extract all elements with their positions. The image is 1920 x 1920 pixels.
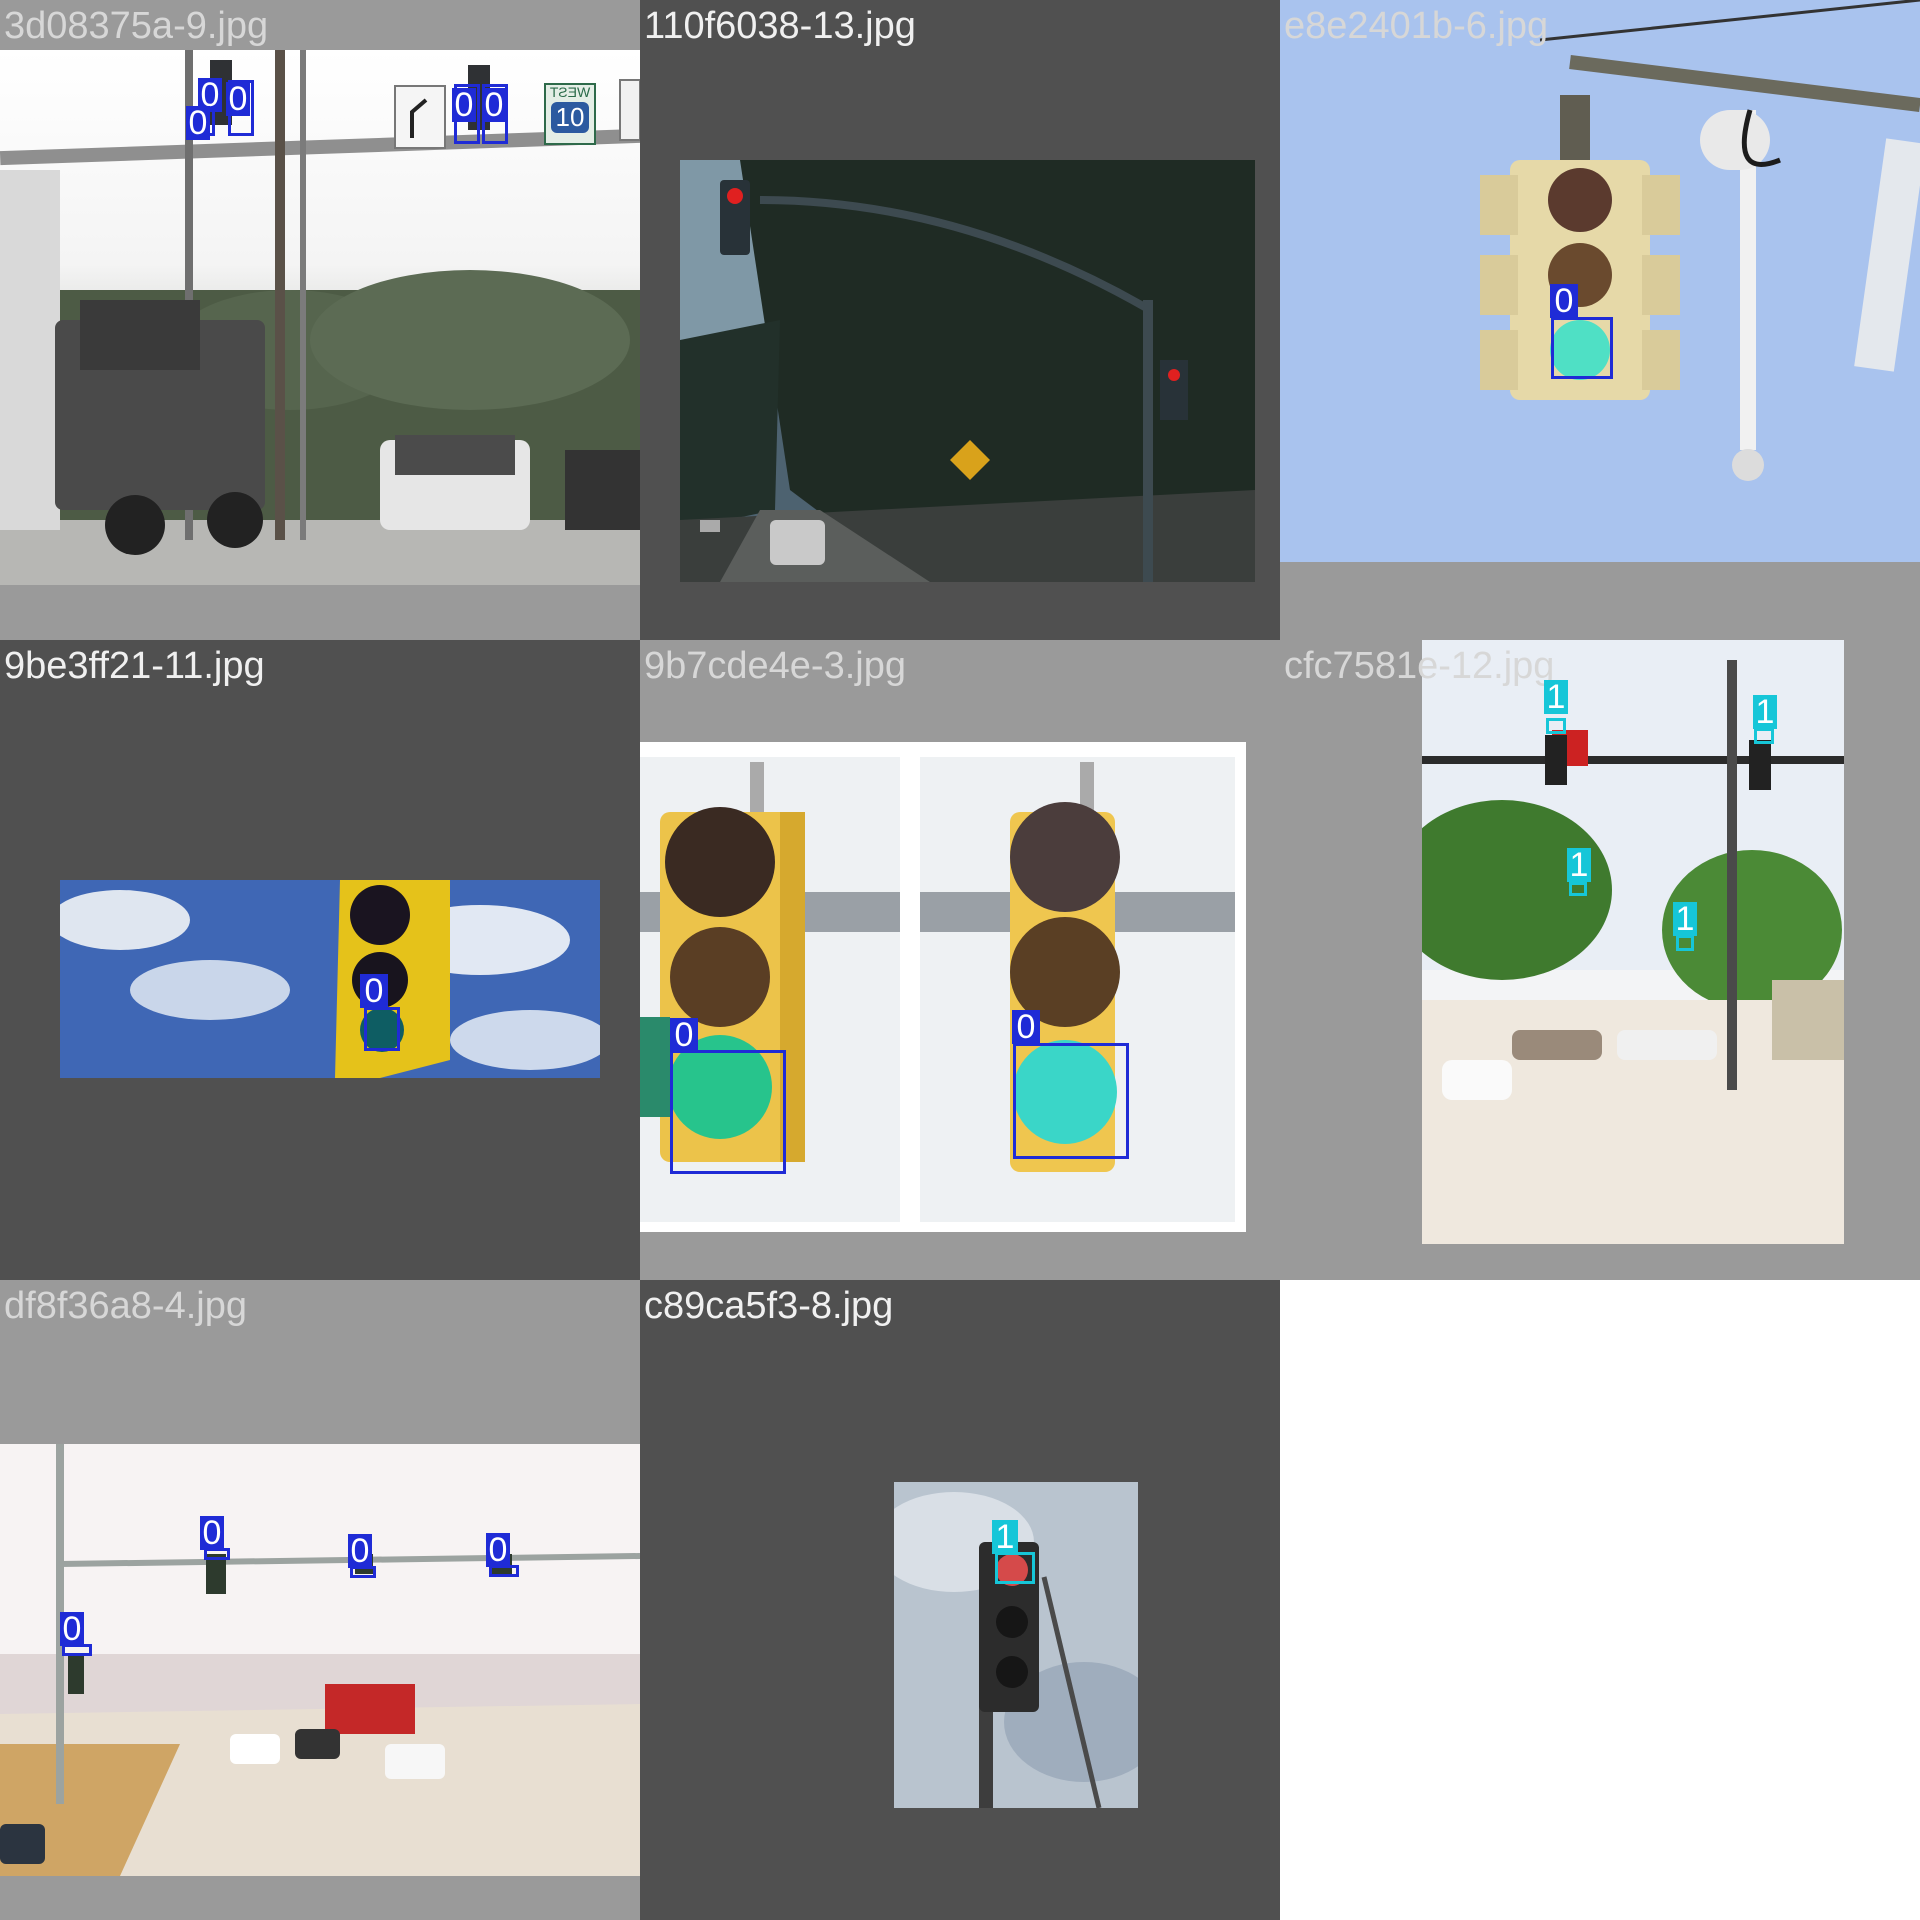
- route-sign-number: 10: [551, 102, 589, 133]
- route-sign-top: WEST: [549, 84, 591, 100]
- filename-label: c89ca5f3-8.jpg: [644, 1285, 894, 1327]
- filename-label: e8e2401b-6.jpg: [1284, 5, 1549, 47]
- detection-box: [1551, 317, 1613, 379]
- highway-scene: [0, 1444, 640, 1876]
- street-scene: [0, 50, 640, 585]
- tile-e8e2401b-6: e8e2401b-6.jpg 0: [1280, 0, 1920, 640]
- intersection-scene: [1422, 640, 1844, 1244]
- tile-9b7cde4e-3: 9b7cde4e-3.jpg 0 0: [640, 640, 1280, 1280]
- detection-label: 1: [1753, 695, 1777, 729]
- detection-label: 0: [1550, 284, 1578, 318]
- filename-label: 3d08375a-9.jpg: [4, 5, 269, 47]
- detection-label: 0: [670, 1018, 698, 1052]
- detection-label: 1: [1673, 902, 1697, 936]
- empty-cell: [1280, 1280, 1920, 1920]
- detection-label: 0: [200, 1516, 224, 1550]
- detection-box: [1569, 882, 1587, 896]
- detection-box: [670, 1050, 786, 1174]
- detection-label: 0: [452, 88, 476, 122]
- detection-label: 0: [486, 1533, 510, 1567]
- intersection-photo: [1422, 640, 1844, 1244]
- signal-head-scene: [1280, 0, 1920, 562]
- detection-label: 1: [992, 1520, 1018, 1554]
- filename-label: 110f6038-13.jpg: [644, 5, 916, 47]
- detection-label: 0: [360, 974, 388, 1008]
- tile-3d08375a-9: 3d08375a-9.jpg WEST 10 0 0 0 0 0: [0, 0, 640, 640]
- detection-label: 0: [348, 1534, 372, 1568]
- detection-label: 0: [186, 106, 210, 140]
- signal-photo: [1280, 0, 1920, 562]
- detection-label: 0: [60, 1612, 84, 1646]
- tile-cfc7581e-12: cfc7581e-12.jpg 1 1 1 1: [1280, 640, 1920, 1280]
- sky-signal-photo: [60, 880, 600, 1078]
- detection-label: 0: [226, 82, 250, 116]
- detection-label: 1: [1567, 848, 1591, 882]
- tile-9be3ff21-11: 9be3ff21-11.jpg 0: [0, 640, 640, 1280]
- tile-c89ca5f3-8: c89ca5f3-8.jpg 1: [640, 1280, 1280, 1920]
- route-sign: WEST 10: [545, 84, 595, 144]
- road-scene: [680, 160, 1255, 582]
- detection-box: [1546, 718, 1566, 734]
- sky-signal-scene: [60, 880, 600, 1078]
- tile-110f6038-13: 110f6038-13.jpg: [640, 0, 1280, 640]
- detection-label: 1: [1544, 680, 1568, 714]
- street-photo: WEST 10: [0, 50, 640, 585]
- detection-box: [364, 1007, 400, 1051]
- filename-label: 9be3ff21-11.jpg: [4, 645, 265, 687]
- filename-label: df8f36a8-4.jpg: [4, 1285, 247, 1327]
- detection-box: [1013, 1043, 1129, 1159]
- tile-df8f36a8-4: df8f36a8-4.jpg 0 0 0 0: [0, 1280, 640, 1920]
- detection-box: [995, 1552, 1035, 1584]
- street-photo: [680, 160, 1255, 582]
- filename-label: 9b7cde4e-3.jpg: [644, 645, 906, 687]
- detection-label: 0: [1012, 1010, 1040, 1044]
- detection-label: 0: [482, 88, 506, 122]
- highway-photo: [0, 1444, 640, 1876]
- filename-label: cfc7581e-12.jpg: [1284, 645, 1555, 687]
